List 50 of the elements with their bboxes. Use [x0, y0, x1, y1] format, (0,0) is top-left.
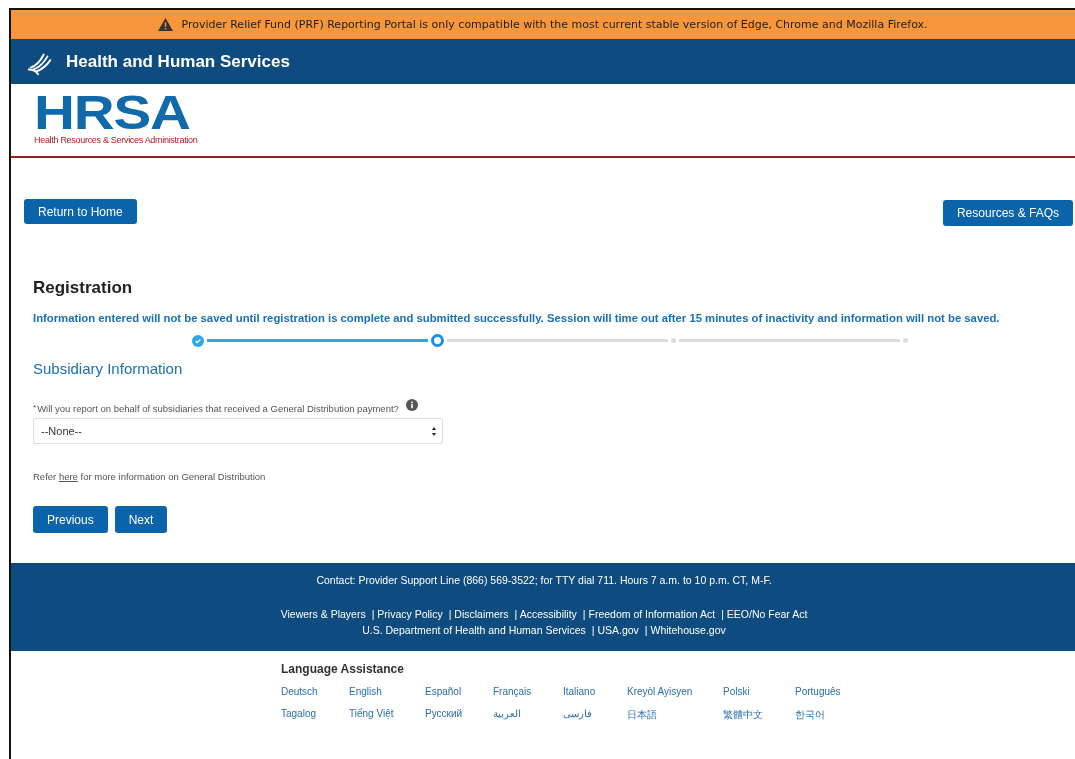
- language-link[interactable]: Tagalog: [281, 708, 349, 722]
- warning-icon: [158, 18, 174, 31]
- field-label: Will you report on behalf of subsidiaries that received a General Distribution payment?: [37, 403, 399, 414]
- form-button[interactable]: Previous: [33, 506, 108, 533]
- step-indicator: [431, 334, 444, 347]
- language-link[interactable]: Deutsch: [281, 686, 349, 697]
- footer-link[interactable]: | Freedom of Information Act: [582, 608, 716, 620]
- language-link[interactable]: 日本語: [627, 708, 723, 722]
- language-link[interactable]: Polski: [723, 686, 795, 697]
- language-link[interactable]: Kreyòl Ayisyen: [627, 686, 723, 697]
- footer-link[interactable]: | Accessibility: [514, 608, 577, 620]
- nav-button[interactable]: Return to Home: [24, 199, 137, 224]
- footer-link[interactable]: Viewers & Players: [280, 608, 366, 620]
- language-link[interactable]: 한국어: [795, 708, 855, 722]
- site-title: Health and Human Services: [66, 51, 290, 72]
- language-link[interactable]: Русский: [425, 708, 493, 722]
- logo-wordmark: HRSA: [34, 93, 190, 133]
- alert-text: Provider Relief Fund (PRF) Reporting Portal is only compatible with the most current stable version of Edge, Chrome and Mozilla Firefox.: [181, 18, 928, 31]
- language-link[interactable]: Português: [795, 686, 855, 697]
- notice-text: Information entered will not be saved until registration is complete and submitted successfully. Session will time out after 15 minutes of inactivity and information will not be saved.: [33, 312, 1001, 324]
- language-link[interactable]: Español: [425, 686, 493, 697]
- footer-link[interactable]: | USA.gov: [591, 624, 639, 636]
- footer-link[interactable]: U.S. Department of Health and Human Services: [362, 624, 586, 636]
- select-field[interactable]: --None--: [33, 418, 443, 444]
- language-link[interactable]: 繁體中文: [723, 708, 795, 722]
- page-title: Registration: [33, 278, 134, 298]
- section-title: Subsidiary Information: [33, 360, 184, 377]
- help-text: Refer here for more information on General Distribution: [33, 471, 267, 482]
- language-link[interactable]: العربية: [493, 708, 563, 722]
- footer-link[interactable]: | EEO/No Fear Act: [721, 608, 808, 620]
- step-indicator: [671, 338, 676, 343]
- footer-link[interactable]: | Privacy Policy: [371, 608, 443, 620]
- up-down-arrows-icon: [431, 425, 437, 437]
- language-link[interactable]: English: [349, 686, 425, 697]
- language-link[interactable]: Français: [493, 686, 563, 697]
- step-indicator: [192, 334, 204, 347]
- form-button[interactable]: Next: [114, 506, 168, 533]
- language-link[interactable]: فارسی: [563, 708, 627, 722]
- logo-subtitle: Health Resources & Services Administration: [34, 135, 198, 145]
- contact-text: Contact: Provider Support Line (866) 569-3522; for TTY dial 711. Hours 7 a.m. to 10 p.m. CT, M-F.: [315, 574, 773, 586]
- nav-button[interactable]: Resources & FAQs: [942, 200, 1073, 226]
- language-link[interactable]: Tiếng Việt: [349, 708, 425, 722]
- info-icon: [405, 399, 418, 411]
- help-link[interactable]: here: [58, 471, 78, 482]
- step-indicator: [903, 338, 908, 343]
- footer-link[interactable]: | Disclaimers: [448, 608, 509, 620]
- language-link[interactable]: Italiano: [563, 686, 627, 697]
- required-mark: *: [33, 403, 37, 412]
- language-heading: Language Assistance: [281, 662, 405, 676]
- footer-link[interactable]: | Whitehouse.gov: [644, 624, 726, 636]
